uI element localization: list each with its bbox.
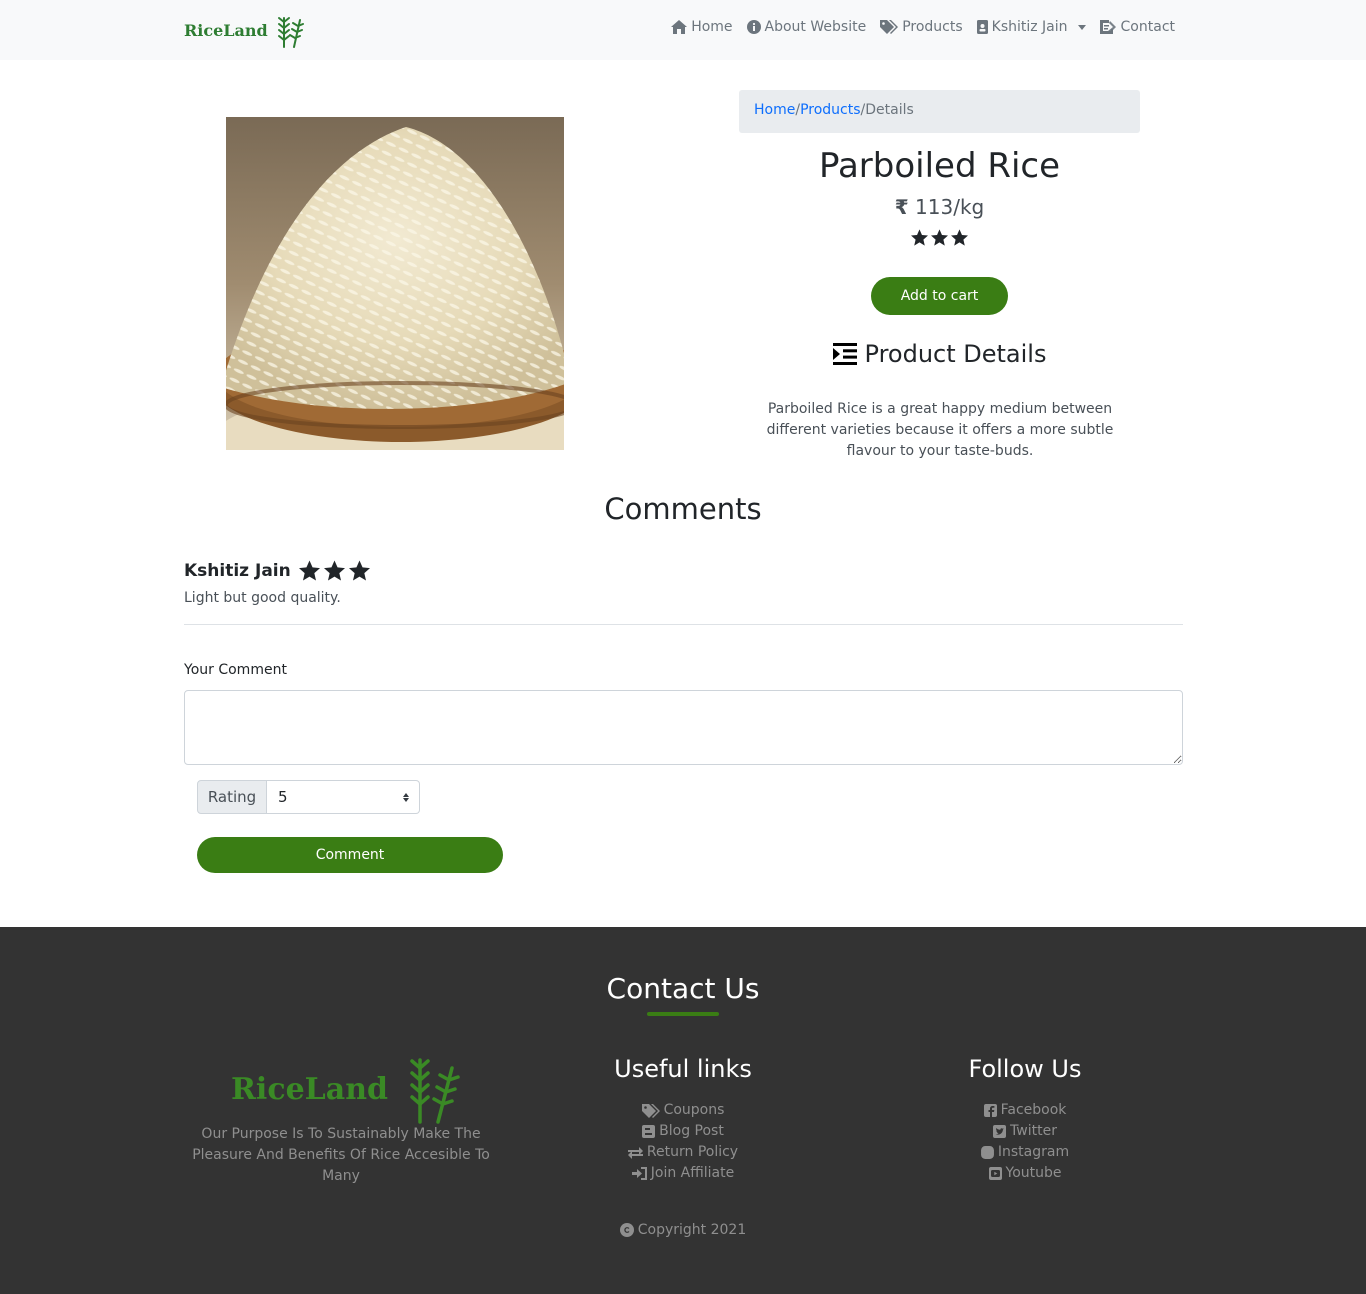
comment-author-name: Kshitiz Jain (184, 560, 291, 581)
nav-about-label: About Website (764, 19, 867, 35)
copyright-icon (619, 1223, 634, 1237)
comment-submit-button[interactable]: Comment (197, 837, 503, 873)
navbar: RiceLand Home About Website Products Ksh… (0, 0, 1366, 60)
link-facebook-label: Facebook (1000, 1102, 1067, 1118)
tags-icon (641, 1103, 660, 1118)
star-icon (911, 229, 928, 246)
copyright-text: Copyright 2021 (637, 1222, 747, 1238)
comment-text: Light but good quality. (184, 590, 341, 606)
wheat-icon (277, 17, 304, 48)
link-youtube-label: Youtube (1005, 1165, 1062, 1181)
star-icon (348, 560, 370, 581)
instagram-icon (980, 1146, 994, 1159)
follow-links-list: Facebook Twitter Instagram Youtube (875, 1100, 1175, 1184)
footer: Contact Us RiceLand Our Purpose Is To Su… (0, 927, 1366, 1294)
footer-brand-name: RiceLand (231, 1072, 389, 1107)
nav-user-dropdown[interactable]: Kshitiz Jain (976, 19, 1086, 35)
nav-products[interactable]: Products (880, 19, 963, 35)
comment-author: Kshitiz Jain (184, 560, 370, 581)
useful-links-heading: Useful links (614, 1055, 752, 1083)
link-return-policy[interactable]: Return Policy (533, 1142, 833, 1163)
nav-contact[interactable]: Contact (1099, 19, 1175, 35)
comment-rating (298, 560, 370, 581)
rating-select[interactable]: 5 (267, 780, 420, 814)
nav-products-label: Products (902, 19, 963, 35)
useful-links-list: Coupons Blog Post Return Policy Join Aff… (533, 1100, 833, 1184)
exchange-icon (627, 1146, 643, 1159)
wheat-icon (410, 1058, 460, 1124)
link-coupons[interactable]: Coupons (533, 1100, 833, 1121)
product-details-title: Product Details (864, 340, 1047, 368)
link-coupons-label: Coupons (663, 1102, 725, 1118)
breadcrumb: Home/Products/Details (739, 90, 1140, 133)
link-return-policy-label: Return Policy (646, 1144, 739, 1160)
breadcrumb-current: Details (865, 102, 914, 118)
user-badge-icon (976, 20, 988, 34)
your-comment-label: Your Comment (184, 662, 287, 678)
comment-input[interactable] (184, 690, 1183, 765)
rating-select-value: 5 (278, 788, 288, 806)
link-facebook[interactable]: Facebook (875, 1100, 1175, 1121)
star-icon (323, 560, 345, 581)
comment-divider (184, 624, 1183, 625)
link-join-affiliate[interactable]: Join Affiliate (533, 1163, 833, 1184)
brand-logo[interactable]: RiceLand (184, 12, 310, 48)
info-icon (746, 20, 761, 34)
breadcrumb-home[interactable]: Home (754, 102, 795, 118)
blogger-icon (642, 1125, 656, 1138)
add-to-cart-button[interactable]: Add to cart (871, 277, 1008, 315)
twitter-icon (993, 1125, 1007, 1138)
home-icon (671, 20, 688, 34)
breadcrumb-products[interactable]: Products (800, 102, 860, 118)
link-instagram-label: Instagram (997, 1144, 1070, 1160)
nav-about[interactable]: About Website (746, 19, 867, 35)
nav-home[interactable]: Home (671, 19, 733, 35)
rating-group: Rating 5 (197, 780, 420, 814)
link-blog-post[interactable]: Blog Post (533, 1121, 833, 1142)
facebook-icon (983, 1104, 997, 1117)
price-value: 113/kg (915, 195, 985, 219)
select-arrows-icon (403, 792, 409, 802)
product-details-heading: Product Details (739, 340, 1140, 368)
star-icon (298, 560, 320, 581)
tags-icon (880, 20, 899, 34)
heading-underline (647, 1012, 719, 1016)
link-blog-post-label: Blog Post (659, 1123, 724, 1139)
product-description: Parboiled Rice is a great happy medium b… (766, 401, 1114, 459)
nav-home-label: Home (691, 19, 733, 35)
product-rating (739, 229, 1140, 246)
nav-contact-label: Contact (1120, 19, 1175, 35)
star-icon (951, 229, 968, 246)
comments-heading: Comments (604, 492, 762, 526)
footer-brand-logo: RiceLand (231, 1052, 472, 1124)
indent-list-icon (832, 343, 857, 365)
youtube-icon (988, 1167, 1002, 1180)
contact-us-heading: Contact Us (606, 972, 760, 1005)
copyright: Copyright 2021 (0, 1222, 1366, 1238)
brand-name[interactable]: RiceLand (184, 21, 268, 40)
sign-in-icon (631, 1167, 647, 1180)
nav-menu: Home About Website Products Kshitiz Jain… (671, 19, 1175, 35)
follow-us-heading: Follow Us (968, 1055, 1082, 1083)
link-twitter[interactable]: Twitter (875, 1121, 1175, 1142)
link-join-affiliate-label: Join Affiliate (650, 1165, 735, 1181)
contact-edit-icon (1099, 20, 1116, 34)
chevron-down-icon (1077, 24, 1086, 30)
link-youtube[interactable]: Youtube (875, 1163, 1175, 1184)
star-icon (931, 229, 948, 246)
rating-label: Rating (197, 780, 267, 814)
product-image (226, 117, 564, 450)
product-title: Parboiled Rice (818, 146, 1061, 186)
link-instagram[interactable]: Instagram (875, 1142, 1175, 1163)
rupee-icon: ₹ (894, 195, 909, 219)
footer-purpose: Our Purpose Is To Sustainably Make The P… (192, 1126, 490, 1184)
link-twitter-label: Twitter (1010, 1123, 1057, 1139)
product-price: ₹ 113/kg (739, 195, 1140, 219)
nav-user-label: Kshitiz Jain (991, 19, 1068, 35)
